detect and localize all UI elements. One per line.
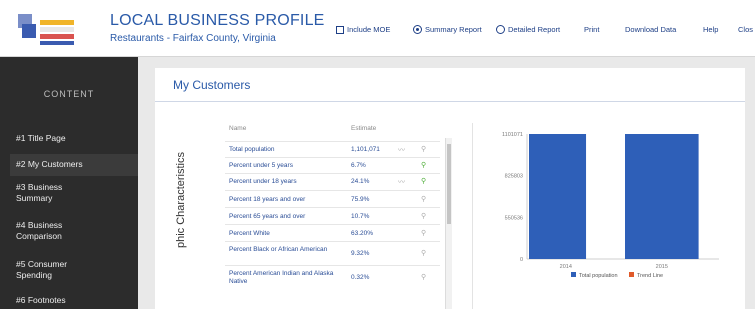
map-pin-icon[interactable]: ⚲ — [421, 145, 426, 153]
map-pin-icon[interactable]: ⚲ — [421, 212, 426, 220]
section-vertical-label: phic Characteristics — [175, 152, 187, 248]
scrollbar-thumb[interactable] — [447, 144, 451, 224]
map-pin-icon[interactable]: ⚲ — [421, 161, 426, 169]
row-estimate: 0.32% — [351, 274, 370, 281]
legend-swatch — [571, 272, 576, 277]
row-name: Total population — [229, 146, 275, 153]
row-name: Percent Black or African American — [229, 246, 328, 253]
table-row[interactable]: Percent 65 years and over 10.7% ⚲ — [225, 207, 440, 225]
table-row[interactable]: Percent Black or African American 9.32% … — [225, 241, 440, 266]
sidebar-item-title-page[interactable]: #1 Title Page — [16, 133, 126, 144]
row-name: Percent 65 years and over — [229, 213, 306, 220]
bar — [625, 134, 699, 259]
close-link[interactable]: Clos — [738, 25, 753, 34]
table-row[interactable]: Percent American Indian and Alaska Nativ… — [225, 265, 440, 290]
sidebar: CONTENT #1 Title Page #2 My Customers #3… — [0, 57, 138, 309]
y-tick-label: 1101071 — [502, 132, 523, 138]
detailed-report-label: Detailed Report — [508, 25, 561, 34]
y-tick-label: 0 — [520, 257, 523, 263]
section-title: My Customers — [173, 78, 251, 92]
row-estimate: 24.1% — [351, 178, 370, 185]
sidebar-item-business-comparison[interactable]: #4 Business Comparison — [16, 220, 86, 242]
logo-icon — [18, 14, 74, 45]
table-row[interactable]: Percent 18 years and over 75.9% ⚲ — [225, 190, 440, 208]
sparkline-icon: 〰 — [398, 179, 405, 186]
sidebar-heading: CONTENT — [43, 89, 95, 99]
row-estimate: 63.20% — [351, 230, 374, 237]
table-header-name: Name — [229, 125, 247, 132]
map-pin-icon[interactable]: ⚲ — [421, 229, 426, 237]
detailed-report-radio[interactable]: Detailed Report — [496, 25, 560, 34]
row-name: Percent 18 years and over — [229, 196, 306, 203]
help-link[interactable]: Help — [703, 25, 718, 34]
include-moe-label: Include MOE — [347, 25, 391, 34]
page-title: LOCAL BUSINESS PROFILE — [110, 12, 325, 29]
row-name: Percent White — [229, 230, 270, 237]
legend-label: Trend Line — [637, 273, 663, 279]
sidebar-item-business-summary[interactable]: #3 Business Summary — [16, 182, 86, 204]
sparkline-icon: 〰 — [398, 147, 405, 154]
map-pin-icon[interactable]: ⚲ — [421, 195, 426, 203]
x-tick-label: 2015 — [656, 264, 668, 270]
table-header-estimate: Estimate — [351, 125, 377, 132]
radio-icon[interactable] — [496, 25, 505, 34]
population-bar-chart: 1101071 825803 550536 0 2014 2015 Total popula… — [502, 132, 719, 279]
table-row[interactable]: Percent White 63.20% ⚲ — [225, 224, 440, 242]
print-link[interactable]: Print — [584, 25, 599, 34]
bar — [529, 134, 587, 259]
title-divider — [155, 101, 745, 102]
table-scrollbar[interactable] — [445, 138, 452, 309]
top-bar: LOCAL BUSINESS PROFILE Restaurants - Fai… — [0, 0, 755, 57]
radio-selected-icon[interactable] — [413, 25, 422, 34]
x-tick-label: 2014 — [560, 264, 572, 270]
row-estimate: 6.7% — [351, 162, 366, 169]
download-data-link[interactable]: Download Data — [625, 25, 676, 34]
map-pin-icon[interactable]: ⚲ — [421, 273, 426, 281]
row-estimate: 10.7% — [351, 213, 370, 220]
main-panel: My Customers phic Characteristics Name E… — [155, 68, 745, 309]
table-row[interactable]: Percent under 5 years 6.7% ⚲ — [225, 157, 440, 174]
sidebar-item-footnotes[interactable]: #6 Footnotes — [16, 295, 126, 306]
sidebar-item-consumer-spending[interactable]: #5 Consumer Spending — [16, 259, 86, 281]
row-estimate: 1,101,071 — [351, 146, 380, 153]
summary-report-label: Summary Report — [425, 25, 482, 34]
include-moe-checkbox[interactable]: Include MOE — [336, 25, 390, 34]
panel-divider — [472, 123, 473, 309]
row-name: Percent under 5 years — [229, 162, 293, 169]
legend-label: Total population — [579, 273, 618, 279]
map-pin-icon[interactable]: ⚲ — [421, 177, 426, 185]
sidebar-item-my-customers[interactable]: #2 My Customers — [16, 159, 126, 170]
table-row[interactable]: Total population 1,101,071 〰 ⚲ — [225, 141, 440, 158]
table-row[interactable]: Percent under 18 years 24.1% 〰 ⚲ — [225, 173, 440, 191]
page-subtitle: Restaurants - Fairfax County, Virginia — [110, 33, 276, 44]
checkbox-icon[interactable] — [336, 25, 344, 34]
y-tick-label: 825803 — [505, 174, 523, 180]
y-tick-label: 550536 — [505, 215, 523, 221]
map-pin-icon[interactable]: ⚲ — [421, 249, 426, 257]
row-name: Percent American Indian and Alaska Nativ… — [229, 270, 334, 285]
row-estimate: 75.9% — [351, 196, 370, 203]
row-estimate: 9.32% — [351, 250, 370, 257]
summary-report-radio[interactable]: Summary Report — [413, 25, 482, 34]
legend-swatch — [629, 272, 634, 277]
row-name: Percent under 18 years — [229, 178, 297, 185]
